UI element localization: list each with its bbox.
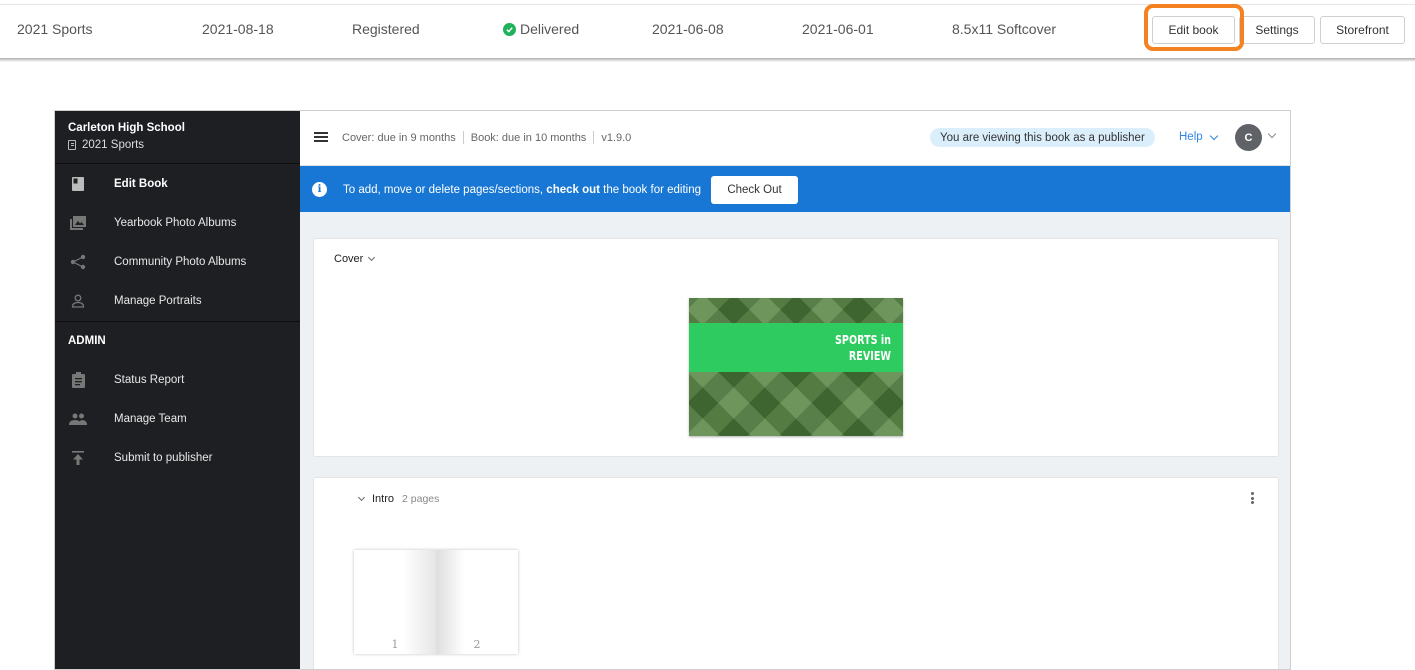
sidebar-item-label: Submit to publisher (114, 451, 213, 464)
intro-section: Intro 2 pages 1 2 (313, 477, 1279, 669)
checkout-banner: i To add, move or delete pages/sections,… (300, 166, 1290, 212)
cover-due: Cover: due in 9 months (342, 131, 456, 144)
cover-title: SPORTS in REVIEW (835, 332, 891, 364)
separator (593, 131, 595, 144)
registration-status: Registered (352, 21, 420, 37)
chevron-down-icon (357, 493, 366, 502)
clipboard-icon (69, 371, 87, 389)
banner-message: To add, move or delete pages/sections, c… (343, 184, 701, 196)
sidebar-item-yearbook-photo-albums[interactable]: Yearbook Photo Albums (55, 203, 300, 242)
sidebar: Carleton High School 2021 Sports Edit Bo… (55, 111, 300, 669)
photo-album-icon (69, 214, 87, 232)
menu-icon[interactable] (314, 132, 328, 142)
sidebar-item-edit-book[interactable]: Edit Book (55, 164, 300, 203)
top-bar: Cover: due in 9 months Book: due in 10 m… (300, 111, 1290, 166)
publisher-badge: You are viewing this book as a publisher (930, 128, 1155, 147)
date-column-1: 2021-08-18 (202, 21, 274, 37)
sidebar-header: Carleton High School 2021 Sports (55, 111, 300, 164)
row-shadow (0, 58, 1415, 62)
sidebar-item-community-photo-albums[interactable]: Community Photo Albums (55, 242, 300, 281)
book-title: 2021 Sports (68, 139, 287, 151)
delivery-status-label: Delivered (520, 21, 580, 37)
sidebar-item-label: Status Report (114, 373, 185, 386)
banner-text-after: the book for editing (599, 184, 701, 196)
cover-title-line-1: SPORTS in (834, 333, 891, 347)
page-thumbnail[interactable]: 2 (436, 550, 518, 654)
sidebar-item-submit-to-publisher[interactable]: Submit to publisher (55, 438, 300, 477)
page-number: 2 (473, 638, 481, 651)
edit-book-button[interactable]: Edit book (1152, 16, 1235, 44)
more-options-icon[interactable] (1251, 492, 1254, 504)
cover-section: Cover SPORTS in REVIEW (313, 238, 1279, 457)
person-icon (69, 292, 87, 310)
main-content: Cover: due in 9 months Book: due in 10 m… (300, 111, 1290, 669)
intro-label: Intro (372, 493, 395, 505)
page-count: 2 pages (402, 493, 440, 505)
cover-title-line-2: REVIEW (848, 349, 891, 363)
book-icon (69, 175, 87, 193)
sidebar-item-label: Yearbook Photo Albums (114, 216, 237, 229)
chevron-down-icon (368, 253, 376, 262)
book-format: 8.5x11 Softcover (952, 21, 1057, 37)
avatar[interactable]: C (1235, 124, 1262, 151)
share-icon (69, 253, 87, 271)
people-icon (69, 410, 87, 428)
intro-toggle[interactable]: Intro 2 pages (357, 493, 440, 505)
sidebar-item-label: Manage Portraits (114, 294, 202, 307)
sidebar-item-label: Community Photo Albums (114, 255, 247, 268)
upload-icon (69, 449, 87, 467)
cover-dropdown[interactable]: Cover (334, 253, 376, 265)
help-menu[interactable]: Help (1179, 131, 1218, 143)
check-circle-icon (503, 22, 516, 36)
chevron-down-icon[interactable] (1267, 129, 1277, 139)
info-icon: i (312, 182, 327, 197)
storefront-button[interactable]: Storefront (1320, 16, 1405, 44)
due-dates: Cover: due in 9 months Book: due in 10 m… (342, 131, 631, 144)
date-column-2: 2021-06-08 (652, 21, 724, 37)
page-number: 1 (391, 638, 399, 651)
sidebar-item-status-report[interactable]: Status Report (55, 360, 300, 399)
check-out-button[interactable]: Check Out (711, 176, 798, 204)
book-icon (68, 140, 76, 150)
school-name: Carleton High School (68, 122, 185, 134)
date-column-3: 2021-06-01 (802, 21, 874, 37)
version: v1.9.0 (601, 131, 632, 144)
page-thumbnail[interactable]: 1 (354, 550, 436, 654)
help-label: Help (1179, 131, 1203, 143)
book-row: 2021 Sports 2021-08-18 Registered Delive… (0, 4, 1415, 58)
settings-button[interactable]: Settings (1239, 16, 1315, 44)
sidebar-item-manage-portraits[interactable]: Manage Portraits (55, 281, 300, 320)
admin-heading: ADMIN (68, 335, 106, 347)
banner-text-before: To add, move or delete pages/sections, (343, 184, 547, 196)
banner-text-bold: check out (546, 184, 600, 196)
delivery-status: Delivered (503, 21, 579, 37)
cover-label: Cover (334, 253, 364, 265)
chevron-down-icon (1209, 131, 1218, 140)
book-name: 2021 Sports (17, 21, 93, 37)
page-spread[interactable]: 1 2 (354, 550, 518, 654)
book-due: Book: due in 10 months (470, 131, 587, 144)
cover-thumbnail[interactable]: SPORTS in REVIEW (689, 298, 903, 436)
cover-title-band: SPORTS in REVIEW (689, 323, 903, 372)
sidebar-item-label: Manage Team (114, 412, 187, 425)
book-title-label: 2021 Sports (82, 139, 145, 151)
separator (462, 131, 464, 144)
yearbook-editor: Carleton High School 2021 Sports Edit Bo… (54, 110, 1291, 670)
sidebar-item-label: Edit Book (114, 177, 168, 190)
sidebar-item-manage-team[interactable]: Manage Team (55, 399, 300, 438)
